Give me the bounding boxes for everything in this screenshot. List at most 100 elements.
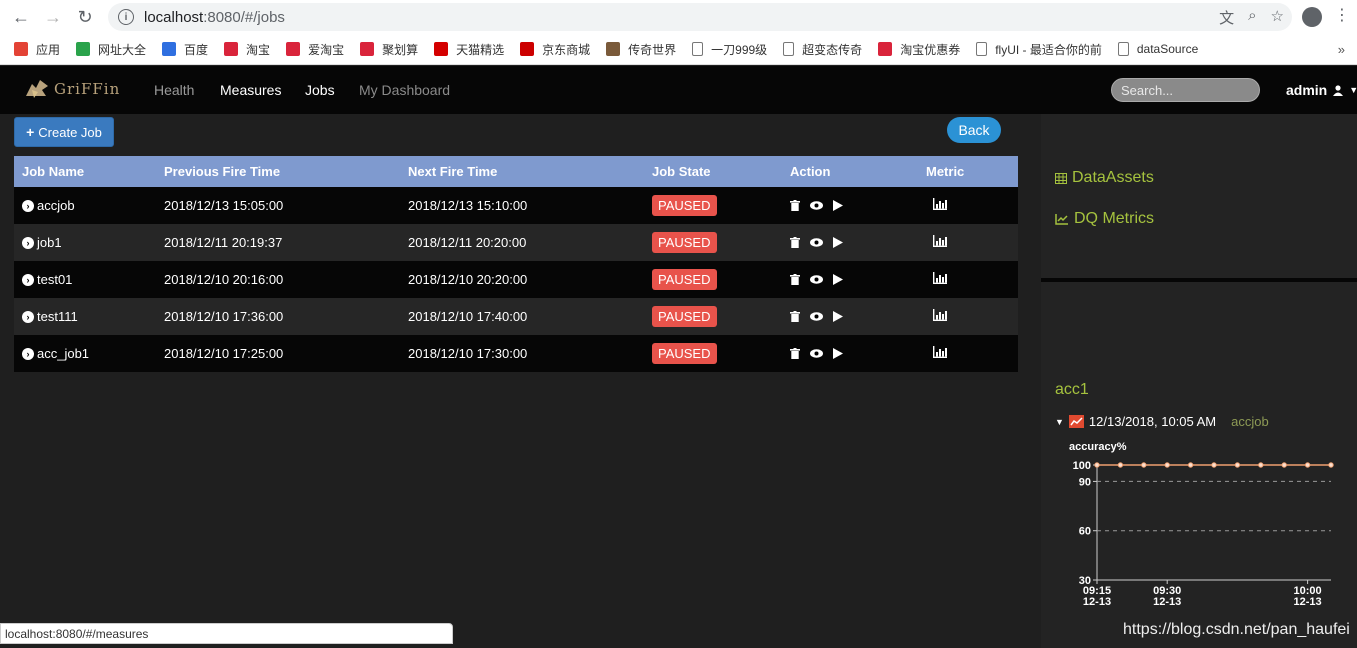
- bookmark-item[interactable]: 淘宝优惠券: [878, 41, 960, 58]
- star-icon[interactable]: ☆: [1271, 7, 1284, 28]
- bookmarks-bar: 应用 网址大全 百度 淘宝 爱淘宝 聚划算 天猫精选 京东商城 传奇世界 一刀999级 超变态传奇淘…: [0, 34, 1357, 65]
- prev-fire-cell: 2018/12/11 20:19:37: [164, 224, 408, 261]
- metric-entry[interactable]: ▼ 12/13/2018, 10:05 AM accjob: [1055, 414, 1269, 429]
- eye-icon[interactable]: [810, 312, 823, 321]
- bookmark-item[interactable]: 聚划算: [360, 41, 418, 58]
- bookmark-icon: [520, 42, 535, 56]
- back-arrow-icon[interactable]: ←: [10, 6, 32, 28]
- bookmark-item[interactable]: 爱淘宝: [286, 41, 344, 58]
- eye-icon[interactable]: [810, 201, 823, 210]
- bookmark-item[interactable]: 应用: [14, 41, 60, 58]
- bar-chart-icon[interactable]: [933, 198, 947, 210]
- browser-toolbar: ← → ↻ i localhost:8080/#/jobs 文 ⌕ ☆ ⋮: [0, 0, 1357, 34]
- job-name-cell[interactable]: › test111: [14, 298, 164, 335]
- play-icon[interactable]: [833, 274, 843, 285]
- status-badge: PAUSED: [652, 232, 717, 253]
- nav-jobs[interactable]: Jobs: [305, 82, 335, 98]
- bookmark-item[interactable]: 网址大全: [76, 41, 146, 58]
- user-name: admin: [1286, 82, 1328, 98]
- reload-icon[interactable]: ↻: [74, 6, 96, 28]
- prev-fire-cell: 2018/12/10 17:36:00: [164, 298, 408, 335]
- bookmark-icon: [360, 42, 375, 56]
- col-header[interactable]: Job State: [652, 156, 790, 187]
- chevron-right-icon[interactable]: ›: [22, 273, 34, 286]
- prev-fire-cell: 2018/12/10 20:16:00: [164, 261, 408, 298]
- zoom-icon[interactable]: ⌕: [1248, 7, 1256, 28]
- site-info-icon[interactable]: i: [118, 9, 134, 25]
- caret-down-icon[interactable]: ▼: [1055, 417, 1064, 427]
- bookmark-item[interactable]: 淘宝: [224, 41, 270, 58]
- col-header[interactable]: Metric: [926, 156, 1018, 187]
- bar-chart-icon[interactable]: [933, 272, 947, 284]
- job-name-cell[interactable]: › test01: [14, 261, 164, 298]
- y-tick-label: 90: [1079, 476, 1091, 488]
- play-icon[interactable]: [833, 311, 843, 322]
- measure-title[interactable]: acc1: [1055, 381, 1089, 399]
- play-icon[interactable]: [833, 237, 843, 248]
- griffin-logo[interactable]: GriFFin: [24, 78, 120, 100]
- create-job-button[interactable]: + Create Job: [14, 117, 114, 147]
- data-point: [1304, 462, 1311, 468]
- bookmark-item[interactable]: flyUI - 最适合你的前: [976, 41, 1102, 58]
- profile-icon[interactable]: [1302, 7, 1322, 27]
- status-badge: PAUSED: [652, 306, 717, 327]
- eye-icon[interactable]: [810, 238, 823, 247]
- nav-health[interactable]: Health: [154, 82, 194, 98]
- user-menu[interactable]: admin ▼: [1286, 82, 1357, 98]
- forward-arrow-icon[interactable]: →: [42, 6, 64, 28]
- bar-chart-icon[interactable]: [933, 309, 947, 321]
- bookmark-icon: [606, 42, 621, 56]
- bookmark-item[interactable]: 百度: [162, 41, 208, 58]
- job-name-cell[interactable]: › accjob: [14, 187, 164, 224]
- translate-icon[interactable]: 文: [1219, 7, 1234, 28]
- bar-chart-icon[interactable]: [933, 346, 947, 358]
- nav-dashboard[interactable]: My Dashboard: [359, 82, 450, 98]
- chevron-right-icon[interactable]: ›: [22, 310, 34, 323]
- data-assets-link[interactable]: DataAssets: [1055, 169, 1154, 187]
- metric-cell: [926, 187, 1018, 224]
- back-button[interactable]: Back: [947, 117, 1001, 143]
- bookmark-item[interactable]: dataSource: [1117, 42, 1198, 56]
- bookmark-item[interactable]: 天猫精选: [434, 41, 504, 58]
- chevron-right-icon[interactable]: ›: [22, 347, 34, 360]
- col-header[interactable]: Action: [790, 156, 926, 187]
- job-state-cell: PAUSED: [652, 224, 790, 261]
- bookmark-item[interactable]: 京东商城: [520, 41, 590, 58]
- search-input[interactable]: [1111, 78, 1260, 102]
- play-icon[interactable]: [833, 348, 843, 359]
- trash-icon[interactable]: [790, 200, 800, 211]
- menu-icon[interactable]: ⋮: [1334, 7, 1350, 25]
- chevron-right-icon[interactable]: ›: [22, 236, 34, 249]
- job-state-cell: PAUSED: [652, 187, 790, 224]
- action-cell: [790, 335, 926, 372]
- metric-job-name[interactable]: accjob: [1231, 414, 1269, 429]
- job-name-cell[interactable]: › acc_job1: [14, 335, 164, 372]
- trash-icon[interactable]: [790, 237, 800, 248]
- table-header: Job Name Previous Fire Time Next Fire Ti…: [14, 156, 1018, 187]
- col-header[interactable]: Job Name: [14, 156, 164, 187]
- action-cell: [790, 187, 926, 224]
- job-name-cell[interactable]: › job1: [14, 224, 164, 261]
- next-fire-cell: 2018/12/10 17:30:00: [408, 335, 652, 372]
- eye-icon[interactable]: [810, 275, 823, 284]
- col-header[interactable]: Next Fire Time: [408, 156, 652, 187]
- chevron-right-icon[interactable]: ›: [22, 199, 34, 212]
- table-row: › acc_job1 2018/12/10 17:25:00 2018/12/10 1…: [14, 335, 1018, 372]
- address-bar[interactable]: i localhost:8080/#/jobs 文 ⌕ ☆: [108, 3, 1292, 31]
- nav-measures[interactable]: Measures: [220, 82, 281, 98]
- accuracy-chart: accuracy%30609010009:1512-1309:3012-1310…: [1069, 441, 1334, 608]
- bookmark-icon: [434, 42, 449, 56]
- col-header[interactable]: Previous Fire Time: [164, 156, 408, 187]
- bookmarks-overflow-icon[interactable]: »: [1338, 42, 1345, 57]
- dq-metrics-link[interactable]: DQ Metrics: [1055, 210, 1154, 228]
- bookmark-item[interactable]: 超变态传奇: [783, 41, 862, 58]
- trash-icon[interactable]: [790, 311, 800, 322]
- eye-icon[interactable]: [810, 349, 823, 358]
- play-icon[interactable]: [833, 200, 843, 211]
- bookmark-item[interactable]: 一刀999级: [692, 41, 767, 58]
- bar-chart-icon[interactable]: [933, 235, 947, 247]
- trash-icon[interactable]: [790, 348, 800, 359]
- bookmark-item[interactable]: 传奇世界: [606, 41, 676, 58]
- metric-cell: [926, 261, 1018, 298]
- trash-icon[interactable]: [790, 274, 800, 285]
